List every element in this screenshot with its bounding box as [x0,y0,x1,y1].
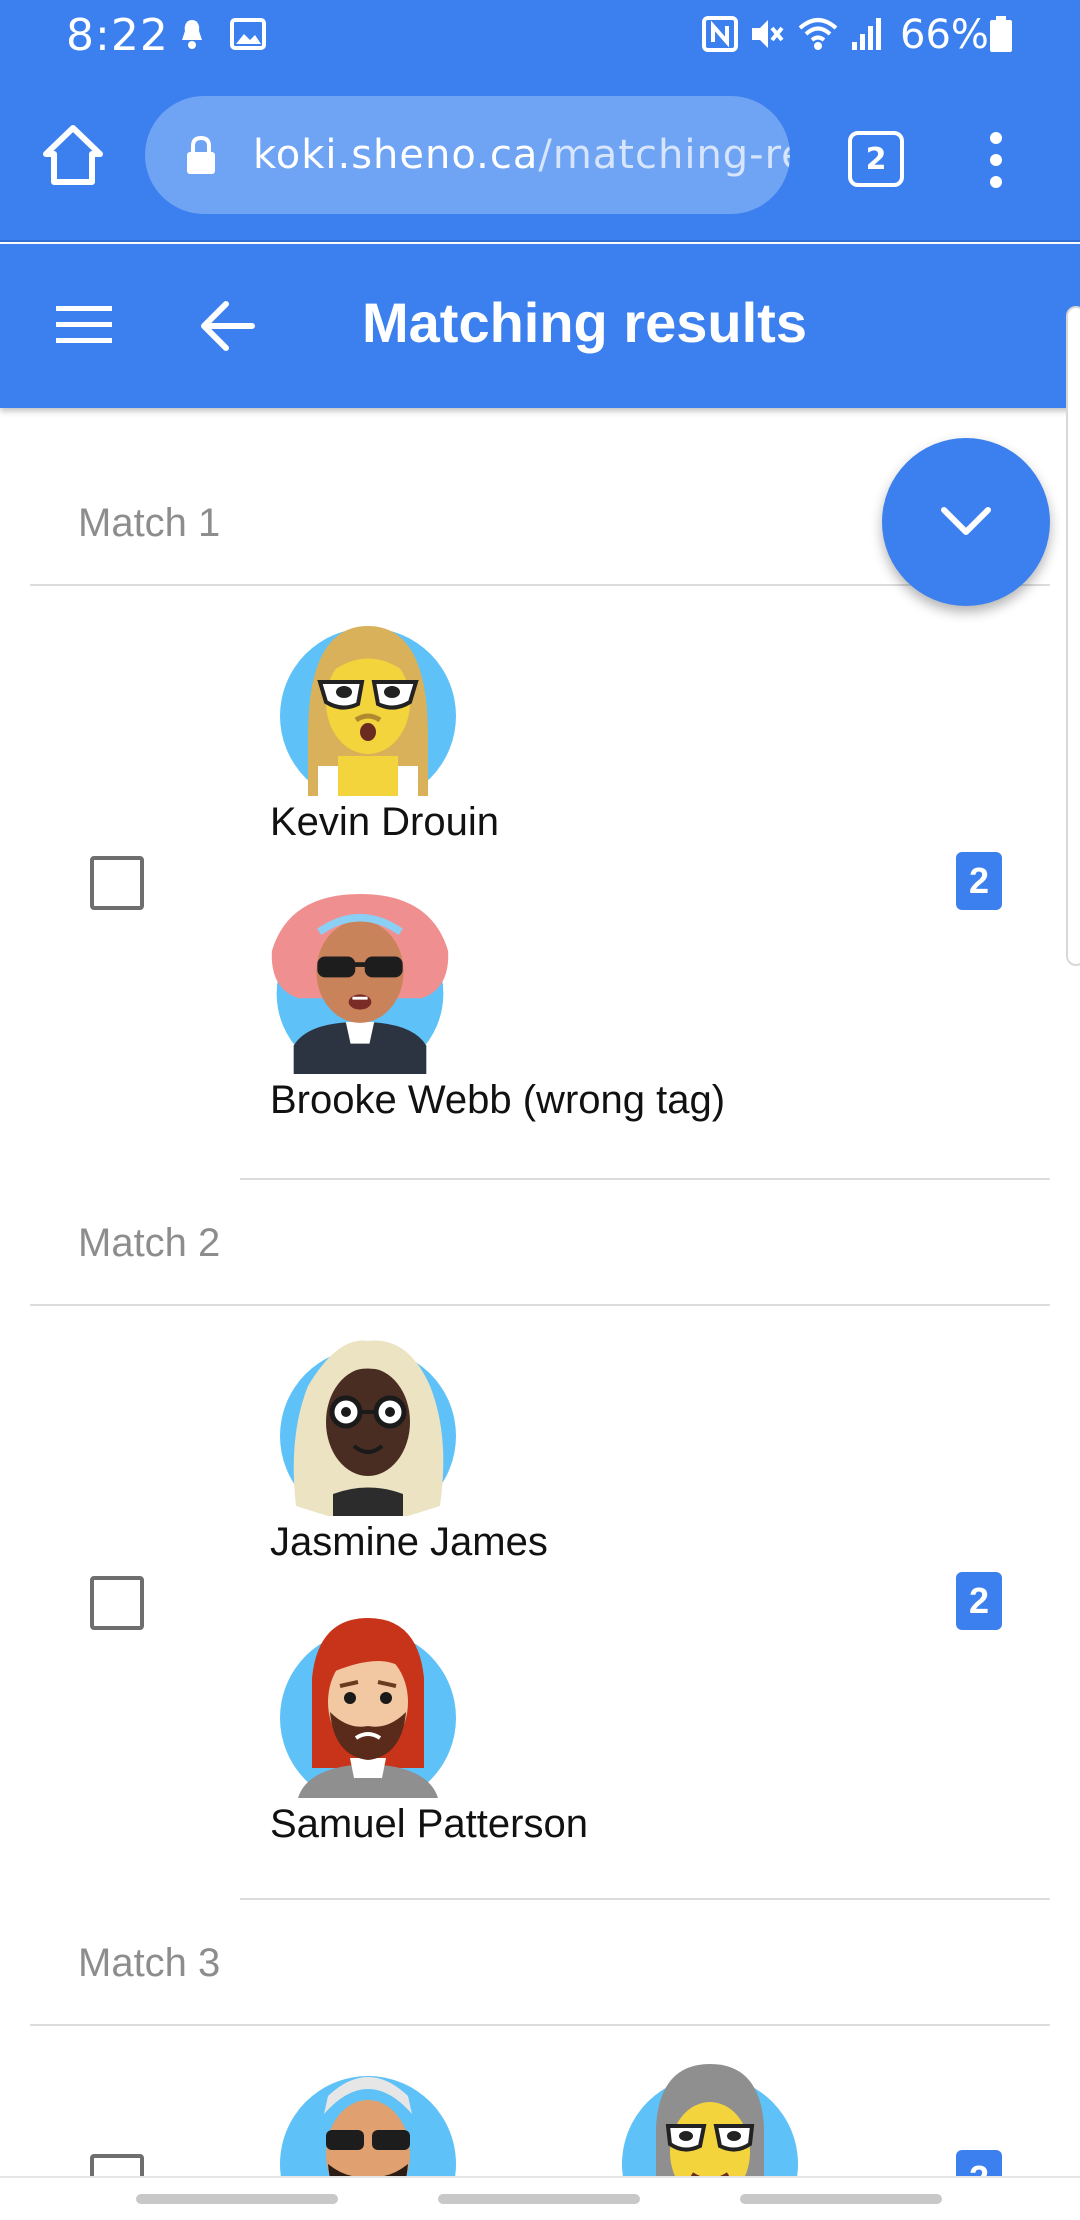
browser-toolbar: koki.sheno.ca/matching-re 2 [0,72,1080,242]
app-bar: Matching results [0,244,1080,408]
match-checkbox[interactable] [90,1576,144,1630]
wifi-icon [798,18,838,50]
url-text: koki.sheno.ca/matching-re [253,132,790,178]
url-bar[interactable]: koki.sheno.ca/matching-re [145,96,790,214]
hamburger-menu-icon[interactable] [54,300,114,350]
match-count-badge: 2 [956,2150,1002,2176]
battery-percentage: 66% [900,12,989,58]
person-entry: Brooke Webb (wrong tag) [270,894,725,1123]
signal-icon [852,18,881,50]
match-row[interactable]: 2 [30,2028,1050,2176]
match-checkbox[interactable] [90,856,144,910]
url-domain: koki.sheno.ca [253,132,539,178]
bald-sunglasses-avatar [271,894,449,1074]
screen: 8:22 66% koki.sheno.ca/matching-re 2 Mat… [0,0,1080,2220]
scroll-down-fab[interactable] [882,438,1050,606]
gesture-hint-left[interactable] [136,2194,338,2204]
chevron-down-icon [941,507,991,535]
match-header-label: Match 1 [78,500,221,545]
person-name: Brooke Webb (wrong tag) [270,1078,726,1122]
grey-hair-sunglasses-avatar [280,2076,456,2176]
person-entry: Kevin Drouin [270,616,499,845]
nfc-icon [702,16,738,52]
gesture-hint-right[interactable] [740,2194,942,2204]
match-header: Match 2 [30,1182,1050,1306]
match-count-badge: 2 [956,852,1002,910]
person-entry: Samuel Patterson [270,1618,588,1847]
person-entry [278,2064,458,2176]
row-divider [240,1178,1050,1180]
person-name: Jasmine James [270,1520,548,1564]
match-header-label: Match 2 [78,1220,221,1265]
tab-switcher-button[interactable]: 2 [848,131,904,187]
status-time: 8:22 [66,10,169,61]
person-entry: Jasmine James [270,1336,548,1565]
match-count-badge: 2 [956,1572,1002,1630]
match-row[interactable]: Kevin Drouin Brooke Webb (wrong tag) 2 [30,588,1050,1180]
match-header-label: Match 3 [78,1940,221,1985]
more-menu-icon[interactable] [980,128,1012,192]
page-title: Matching results [362,291,807,354]
red-hair-beard-avatar [280,1618,456,1798]
lock-icon [187,135,215,174]
status-bar: 8:22 66% [0,0,1080,72]
home-icon[interactable] [38,120,108,190]
scrollbar[interactable] [1066,306,1080,966]
blond-sunglasses-avatar [280,626,456,796]
notification-icon [182,20,202,49]
match-checkbox[interactable] [90,2154,144,2176]
hijab-sunglasses-avatar [622,2064,798,2176]
battery-icon [990,16,1012,52]
person-name: Kevin Drouin [270,800,500,844]
curly-hair-glasses-avatar [280,1340,456,1516]
url-path: /matching-re [538,132,790,178]
back-arrow-icon[interactable] [196,296,258,356]
match-row[interactable]: Jasmine James Samuel Patterson 2 [30,1308,1050,1900]
gallery-icon [230,18,266,50]
person-entry [620,2056,800,2176]
person-name: Samuel Patterson [270,1802,588,1846]
match-header: Match 3 [30,1902,1050,2026]
mute-icon [752,20,784,48]
row-divider [240,1898,1050,1900]
navigation-gesture-bar [0,2176,1080,2220]
gesture-hint-center[interactable] [438,2194,640,2204]
